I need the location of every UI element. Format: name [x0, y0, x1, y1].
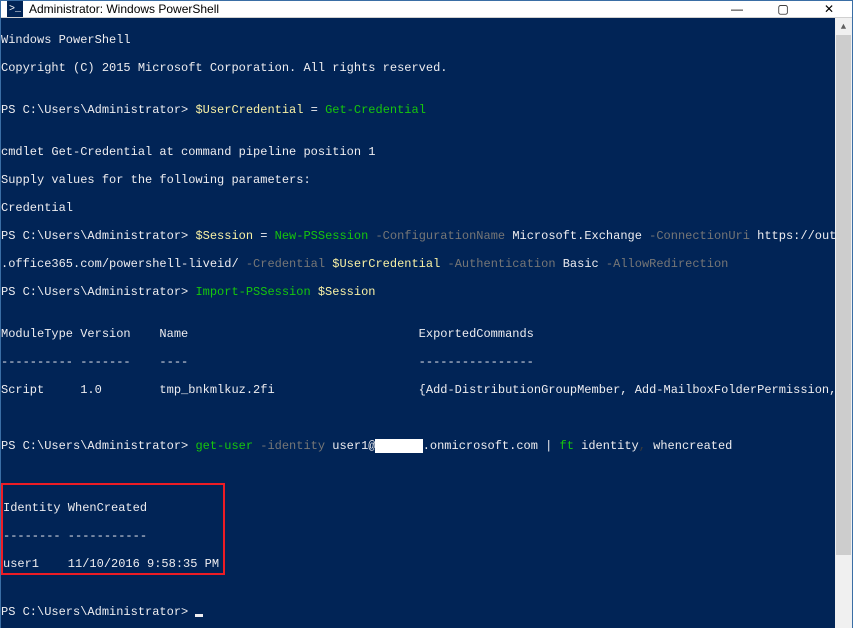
- arg: https://outlook: [757, 229, 835, 243]
- cmdlet: ft: [560, 439, 574, 453]
- terminal-line: PS C:\Users\Administrator> $Session = Ne…: [1, 229, 835, 243]
- prompt: PS C:\Users\Administrator>: [1, 285, 195, 299]
- prompt: PS C:\Users\Administrator>: [1, 103, 195, 117]
- parameter: -ConnectionUri: [642, 229, 757, 243]
- terminal-line: PS C:\Users\Administrator> $UserCredenti…: [1, 103, 835, 117]
- terminal-line: PS C:\Users\Administrator>: [1, 605, 835, 619]
- cmdlet: get-user: [195, 439, 253, 453]
- terminal-line: cmdlet Get-Credential at command pipelin…: [1, 145, 835, 159]
- cursor: [195, 614, 203, 617]
- close-button[interactable]: ✕: [806, 1, 852, 17]
- parameter: -Authentication: [440, 257, 562, 271]
- terminal-output[interactable]: Windows PowerShell Copyright (C) 2015 Mi…: [1, 18, 835, 628]
- variable: $UserCredential: [332, 257, 440, 271]
- window-title: Administrator: Windows PowerShell: [29, 2, 714, 16]
- prompt: PS C:\Users\Administrator>: [1, 229, 195, 243]
- arg: .onmicrosoft.com: [423, 439, 538, 453]
- scroll-thumb[interactable]: [836, 35, 851, 555]
- powershell-icon: >_: [7, 1, 23, 17]
- arg: identity: [574, 439, 639, 453]
- arg: .office365.com/powershell-liveid/: [1, 257, 239, 271]
- maximize-button[interactable]: ▢: [760, 1, 806, 17]
- space: [311, 285, 318, 299]
- terminal-line: PS C:\Users\Administrator> Import-PSSess…: [1, 285, 835, 299]
- arg: whencreated: [653, 439, 732, 453]
- arg: user1@: [332, 439, 375, 453]
- prompt: PS C:\Users\Administrator>: [1, 605, 195, 619]
- table-separator: ---------- ------- ---- ----------------: [1, 355, 835, 369]
- cmdlet: Get-Credential: [325, 103, 426, 117]
- prompt: PS C:\Users\Administrator>: [1, 439, 195, 453]
- parameter: -Credential: [239, 257, 333, 271]
- terminal-line: Credential: [1, 201, 835, 215]
- table-row: Script 1.0 tmp_bnkmlkuz.2fi {Add-Distrib…: [1, 383, 835, 397]
- vertical-scrollbar[interactable]: ▲ ▼: [835, 18, 852, 628]
- powershell-icon-glyph: >_: [9, 4, 21, 15]
- scroll-track[interactable]: [835, 35, 852, 628]
- operator: =: [303, 103, 325, 117]
- terminal-line: Identity WhenCreated -------- ----------…: [1, 467, 835, 577]
- parameter: -ConfigurationName: [368, 229, 512, 243]
- client-area: Windows PowerShell Copyright (C) 2015 Mi…: [1, 18, 852, 628]
- terminal-line: Copyright (C) 2015 Microsoft Corporation…: [1, 61, 835, 75]
- variable: $Session: [195, 229, 253, 243]
- table-separator: -------- -----------: [3, 529, 219, 543]
- terminal-line: Windows PowerShell: [1, 33, 835, 47]
- variable: $Session: [318, 285, 376, 299]
- window-buttons: — ▢ ✕: [714, 1, 852, 17]
- table-header: ModuleType Version Name ExportedCommands: [1, 327, 835, 341]
- comma: ,: [639, 439, 653, 453]
- highlight-box: Identity WhenCreated -------- ----------…: [1, 483, 225, 575]
- pipe: |: [538, 439, 560, 453]
- parameter: -AllowRedirection: [599, 257, 729, 271]
- terminal-line: PS C:\Users\Administrator> get-user -ide…: [1, 439, 835, 453]
- variable: $UserCredential: [195, 103, 303, 117]
- cmdlet: New-PSSession: [275, 229, 369, 243]
- minimize-button[interactable]: —: [714, 1, 760, 17]
- cmdlet: Import-PSSession: [195, 285, 310, 299]
- terminal-line: .office365.com/powershell-liveid/ -Crede…: [1, 257, 835, 271]
- arg: Microsoft.Exchange: [512, 229, 642, 243]
- arg: Basic: [563, 257, 599, 271]
- terminal-line: Supply values for the following paramete…: [1, 173, 835, 187]
- table-row: user1 11/10/2016 9:58:35 PM: [3, 557, 219, 571]
- redacted-text: xxxxxx: [375, 439, 422, 453]
- powershell-window: >_ Administrator: Windows PowerShell — ▢…: [0, 0, 853, 628]
- titlebar[interactable]: >_ Administrator: Windows PowerShell — ▢…: [1, 1, 852, 18]
- table-header: Identity WhenCreated: [3, 501, 219, 515]
- parameter: -identity: [253, 439, 332, 453]
- scroll-up-button[interactable]: ▲: [835, 18, 852, 35]
- operator: =: [253, 229, 275, 243]
